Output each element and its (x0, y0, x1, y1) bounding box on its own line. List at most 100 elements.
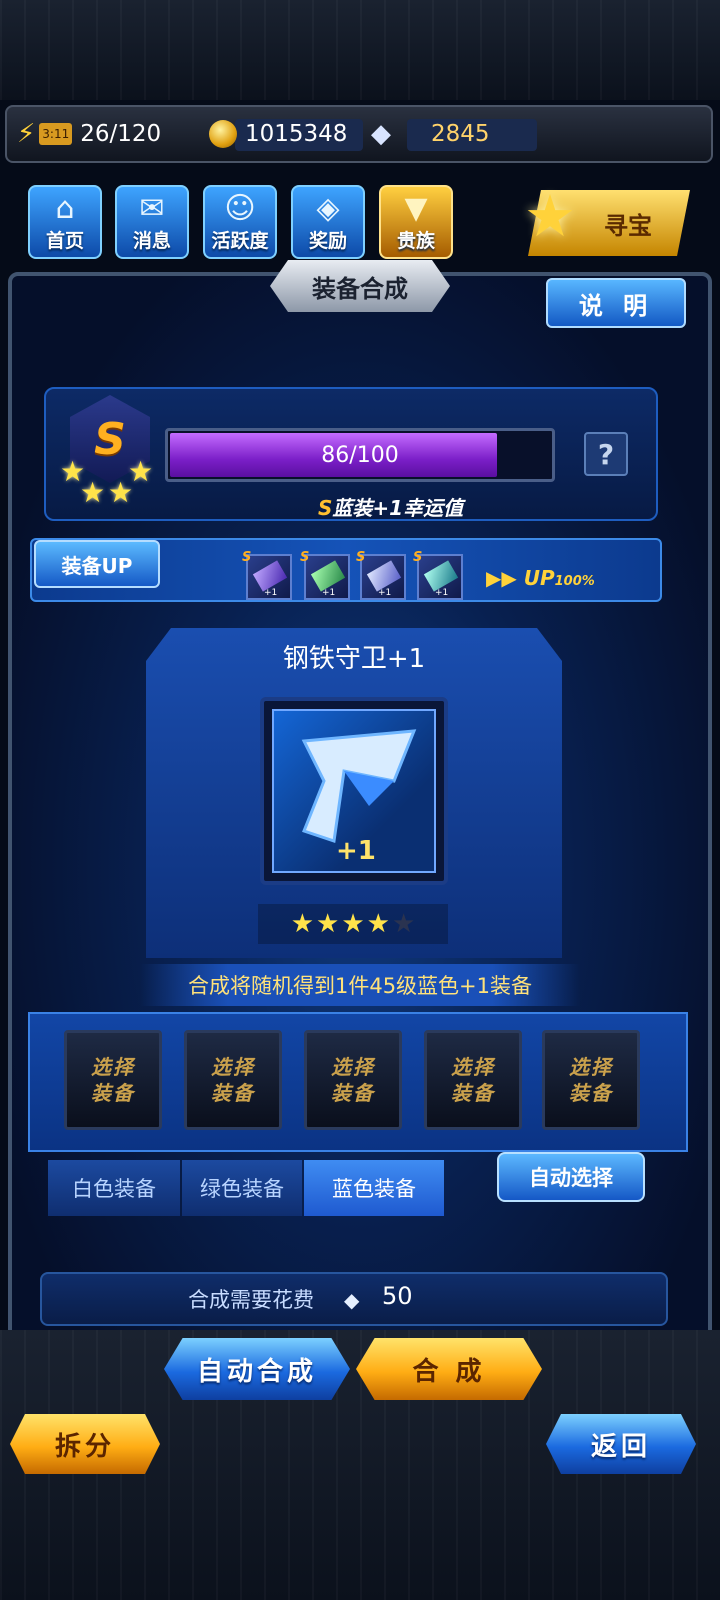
up-equipment-thumb[interactable]: S +1 (413, 550, 463, 600)
tab-label: 绿色装备 (200, 1177, 284, 1201)
auto-select-label: 自动选择 (529, 1166, 613, 1190)
gold-value: 1015348 (245, 121, 348, 147)
luck-progress-text: 86/100 (321, 442, 399, 468)
material-slot[interactable]: 选择 装备 (64, 1030, 162, 1130)
tab-label: 蓝色装备 (332, 1177, 416, 1201)
top-decor (0, 0, 720, 100)
nav-label: 贵族 (396, 230, 435, 252)
slot-label: 选择 装备 (211, 1055, 255, 1105)
item-plus-level: +1 (336, 836, 376, 866)
material-slot[interactable]: 选择 装备 (542, 1030, 640, 1130)
gold-counter[interactable]: 1015348 (209, 115, 347, 153)
up-equipment-thumb[interactable]: S +1 (356, 550, 406, 600)
slot-label: 选择 装备 (331, 1055, 375, 1105)
equip-up-label: 装备UP (61, 553, 133, 578)
up-percent: ▶▶ UP100% (486, 566, 595, 590)
nav-noble-button[interactable]: ▼ 贵族 (379, 185, 453, 259)
combine-button[interactable]: 合 成 (356, 1338, 542, 1400)
diamond-counter[interactable]: ◆ 2845 (371, 115, 490, 153)
info-banner: 合成将随机得到1件45级蓝色+1装备 (140, 964, 580, 1006)
thumb-level: +1 (435, 588, 449, 598)
cost-value: 50 (382, 1282, 413, 1310)
thumb-level: +1 (378, 588, 392, 598)
star-empty-icon: ★ (391, 909, 416, 939)
smile-icon: ☺ (224, 191, 256, 226)
nav-message-button[interactable]: ✉ 消息 (115, 185, 189, 259)
luck-note-grade: S (318, 496, 333, 520)
mail-icon: ✉ (139, 191, 165, 226)
luck-note: S蓝装+1幸运值 (318, 492, 463, 521)
stamina-value: 26/120 (80, 121, 162, 147)
auto-combine-label: 自动合成 (196, 1356, 317, 1387)
nav-label: 首页 (45, 230, 84, 252)
home-icon: ⌂ (55, 191, 75, 226)
grade-letter: S (94, 413, 126, 465)
nav-label: 消息 (132, 230, 171, 252)
nav-activity-button[interactable]: ☺ 活跃度 (203, 185, 277, 259)
gift-icon: ◈ (316, 191, 340, 226)
jet-star-icon: ★ (524, 182, 576, 250)
slot-label: 选择 装备 (569, 1055, 613, 1105)
stamina-counter[interactable]: ⚡ 3:11 26/120 (17, 115, 161, 153)
panel-title: 装备合成 (270, 260, 450, 312)
star-filled-icon: ★ (290, 909, 315, 939)
thumb-grade: S (300, 550, 310, 565)
item-name: 钢铁守卫+1 (282, 644, 426, 674)
split-button[interactable]: 拆分 (10, 1414, 160, 1474)
grade-star-icon: ★ (80, 476, 106, 509)
back-label: 返回 (590, 1431, 651, 1462)
auto-combine-button[interactable]: 自动合成 (164, 1338, 350, 1400)
star-filled-icon: ★ (341, 909, 365, 939)
tab-white-equipment[interactable]: 白色装备 (48, 1160, 180, 1216)
panel-title-text: 装备合成 (312, 274, 408, 303)
split-label: 拆分 (54, 1431, 115, 1462)
star-filled-icon: ★ (366, 909, 390, 939)
back-button[interactable]: 返回 (546, 1414, 696, 1474)
nav-label: 奖励 (308, 230, 347, 252)
grade-star-icon: ★ (108, 476, 134, 509)
weapon-icon (310, 560, 346, 592)
thumb-grade: S (242, 550, 252, 565)
thumb-level: +1 (322, 588, 336, 598)
nav-reward-button[interactable]: ◈ 奖励 (291, 185, 365, 259)
gold-coin-icon (209, 120, 237, 148)
diamond-icon: ◆ (371, 119, 391, 149)
star-filled-icon: ★ (316, 909, 340, 939)
cost-label: 合成需要花费 (188, 1288, 314, 1312)
weapon-icon (423, 560, 459, 592)
stamina-timer: 3:11 (39, 123, 73, 145)
item-star-rating: ★ ★ ★ ★ ★ (258, 904, 448, 944)
diamond-icon: ◆ (344, 1288, 360, 1312)
thumb-level: +1 (264, 588, 278, 598)
question-icon[interactable]: ? (584, 432, 628, 476)
up-equipment-thumb[interactable]: S +1 (300, 550, 350, 600)
tab-blue-equipment[interactable]: 蓝色装备 (304, 1160, 444, 1216)
material-slot[interactable]: 选择 装备 (184, 1030, 282, 1130)
up-pct-value: 100% (554, 574, 595, 589)
help-label: 说 明 (578, 291, 654, 320)
tab-green-equipment[interactable]: 绿色装备 (182, 1160, 302, 1216)
equip-up-button[interactable]: 装备UP (34, 540, 160, 588)
thumb-grade: S (413, 550, 423, 565)
lightning-icon: ⚡ (17, 119, 36, 149)
material-slot[interactable]: 选择 装备 (424, 1030, 522, 1130)
slot-label: 选择 装备 (91, 1055, 135, 1105)
arrow-icon: ▶▶ (486, 566, 517, 590)
up-text: UP (523, 566, 555, 590)
weapon-icon (366, 560, 402, 592)
help-button[interactable]: 说 明 (546, 278, 686, 328)
slot-label: 选择 装备 (451, 1055, 495, 1105)
material-slot[interactable]: 选择 装备 (304, 1030, 402, 1130)
thumb-grade: S (356, 550, 366, 565)
tab-label: 白色装备 (72, 1177, 156, 1201)
diamond-value: 2845 (431, 121, 490, 147)
auto-select-button[interactable]: 自动选择 (497, 1152, 645, 1202)
nav-home-button[interactable]: ⌂ 首页 (28, 185, 102, 259)
noble-badge-icon: ▼ (404, 191, 428, 226)
up-equipment-thumb[interactable]: S +1 (242, 550, 292, 600)
combine-label: 合 成 (412, 1356, 486, 1387)
weapon-icon (252, 560, 288, 592)
info-text: 合成将随机得到1件45级蓝色+1装备 (187, 974, 533, 998)
nav-label: 活跃度 (211, 230, 269, 252)
resource-bar: ⚡ 3:11 26/120 1015348 ◆ 2845 (5, 105, 713, 163)
